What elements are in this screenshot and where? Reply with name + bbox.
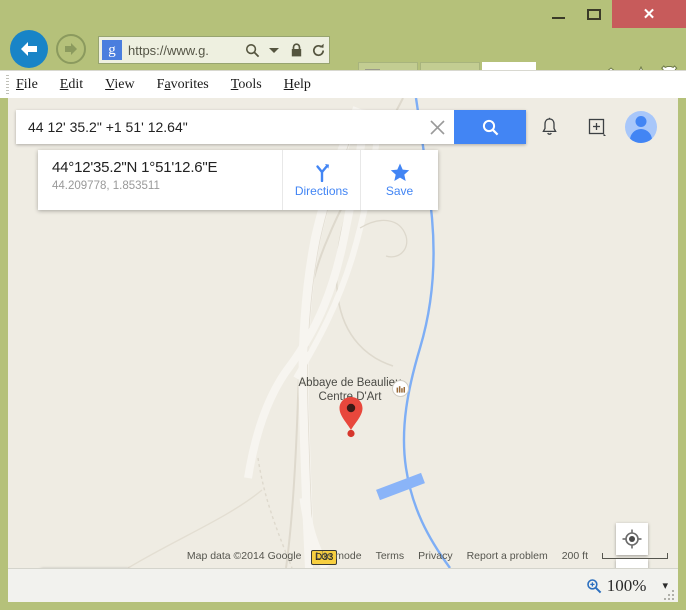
map-data-credit: Map data ©2014 Google [186, 550, 302, 562]
menu-item-help[interactable]: Help [284, 77, 311, 93]
title-bar: ✕ [0, 0, 686, 28]
close-icon: ✕ [642, 5, 656, 23]
menu-item-file[interactable]: File [16, 77, 38, 93]
menu-item-favorites[interactable]: Favorites [157, 77, 209, 93]
search-input[interactable] [16, 110, 420, 144]
result-text-block[interactable]: 44°12'35.2"N 1°51'12.6"E 44.209778, 1.85… [38, 150, 282, 210]
address-bar[interactable]: g https://www.g. [98, 36, 330, 64]
avatar-body [630, 129, 652, 143]
menu-grip[interactable] [6, 75, 9, 95]
menu-item-edit[interactable]: Edit [60, 77, 83, 93]
menu-item-view[interactable]: View [105, 77, 135, 93]
star-icon [390, 163, 409, 181]
menu-bar: File Edit View Favorites Tools Help [0, 70, 686, 98]
maximize-button[interactable] [576, 0, 612, 28]
poi-label-line1: Abbaye de Beaulieu [298, 377, 402, 389]
zoom-magnifier-icon [586, 578, 602, 593]
terms-link[interactable]: Terms [376, 550, 405, 562]
privacy-link[interactable]: Privacy [418, 550, 452, 562]
resize-grip[interactable] [664, 588, 676, 600]
web-page-viewport: Abbaye de Beaulieu Centre D'Art D33 44 1… [8, 98, 678, 568]
result-coordinates: 44.209778, 1.853511 [52, 180, 160, 192]
result-title: 44°12'35.2"N 1°51'12.6"E [52, 159, 218, 176]
avatar-head [635, 116, 647, 127]
account-avatar[interactable] [624, 110, 658, 144]
zoom-level-control[interactable]: 100% ▾ [586, 576, 668, 596]
search-icon [482, 119, 498, 135]
maps-search-box [16, 110, 526, 144]
forward-arrow-icon [65, 43, 77, 55]
minimize-icon [551, 17, 565, 19]
close-icon [429, 119, 445, 135]
maximize-icon [587, 8, 601, 20]
clear-search-button[interactable] [420, 110, 454, 144]
back-button[interactable] [10, 30, 48, 68]
lock-icon [285, 37, 307, 63]
map-pin-marker[interactable] [338, 396, 364, 438]
directions-icon [315, 164, 329, 182]
save-label: Save [385, 183, 414, 198]
url-text[interactable]: https://www.g. [122, 43, 241, 58]
report-problem-link[interactable]: Report a problem [467, 550, 548, 562]
search-submit-button[interactable] [454, 110, 526, 144]
save-button[interactable]: Save [360, 150, 438, 210]
menu-item-tools[interactable]: Tools [231, 77, 262, 93]
forward-button[interactable] [56, 34, 86, 64]
scale-bar [602, 553, 668, 559]
map-pin-icon [339, 397, 363, 438]
search-result-card: 44°12'35.2"N 1°51'12.6"E 44.209778, 1.85… [38, 150, 438, 210]
refresh-icon[interactable] [307, 37, 329, 63]
navigation-toolbar: g https://www.g. [0, 28, 686, 95]
minimize-button[interactable] [540, 0, 576, 28]
directions-button[interactable]: Directions [282, 150, 360, 210]
share-add-icon[interactable] [582, 112, 612, 142]
browser-window: ✕ g https://www.g. File Edit View Favori… [0, 0, 686, 610]
chevron-down-icon[interactable] [263, 37, 285, 63]
back-arrow-icon [21, 42, 37, 56]
notifications-bell-icon[interactable] [534, 112, 564, 142]
avatar [625, 111, 657, 143]
zoom-level-text: 100% [606, 575, 647, 595]
museum-icon[interactable] [392, 380, 409, 397]
lite-mode-link[interactable]: Lite mode [315, 550, 361, 562]
site-favicon-icon: g [102, 40, 122, 60]
search-icon[interactable] [241, 37, 263, 63]
directions-label: Directions [294, 184, 349, 198]
close-window-button[interactable]: ✕ [612, 0, 686, 28]
map-attribution: Map data ©2014 Google Lite mode Terms Pr… [8, 550, 678, 562]
my-location-icon [622, 529, 642, 549]
status-bar: 100% ▾ [8, 568, 678, 602]
scale-label: 200 ft [561, 550, 588, 562]
